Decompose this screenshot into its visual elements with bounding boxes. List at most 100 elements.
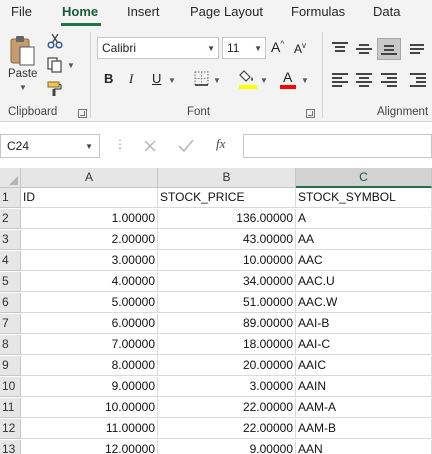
underline-button[interactable]: U: [152, 71, 161, 86]
column-header-c[interactable]: C: [296, 168, 432, 188]
fill-color-icon[interactable]: [239, 68, 257, 86]
column-header-a[interactable]: A: [21, 168, 158, 188]
cell-b3[interactable]: 43.00000: [158, 230, 296, 250]
cell-c12[interactable]: AAM-B: [296, 419, 432, 439]
cell-b2[interactable]: 136.00000: [158, 209, 296, 229]
cell-a10[interactable]: 9.00000: [21, 377, 158, 397]
copy-dropdown-caret[interactable]: ▼: [67, 61, 75, 70]
cell-b7[interactable]: 89.00000: [158, 314, 296, 334]
tab-insert[interactable]: Insert: [127, 4, 160, 19]
cell-c7[interactable]: AAI-B: [296, 314, 432, 334]
cell-c1[interactable]: STOCK_SYMBOL: [296, 188, 432, 208]
cancel-icon[interactable]: [144, 140, 156, 152]
font-color-swatch: [280, 85, 296, 89]
enter-icon[interactable]: [178, 139, 194, 153]
row-header[interactable]: 3: [0, 230, 21, 250]
row-header[interactable]: 9: [0, 356, 21, 376]
cell-b1[interactable]: STOCK_PRICE: [158, 188, 296, 208]
cell-a7[interactable]: 6.00000: [21, 314, 158, 334]
cell-b9[interactable]: 20.00000: [158, 356, 296, 376]
cell-b8[interactable]: 18.00000: [158, 335, 296, 355]
tab-page-layout[interactable]: Page Layout: [190, 4, 263, 19]
cell-a12[interactable]: 11.00000: [21, 419, 158, 439]
tab-formulas[interactable]: Formulas: [291, 4, 345, 19]
select-all-corner[interactable]: [0, 168, 21, 188]
cell-b4[interactable]: 10.00000: [158, 251, 296, 271]
borders-icon[interactable]: [193, 70, 211, 88]
row-header[interactable]: 13: [0, 440, 21, 454]
cell-c2[interactable]: A: [296, 209, 432, 229]
chevron-down-icon: ▼: [85, 142, 93, 151]
underline-dropdown-caret[interactable]: ▼: [168, 76, 176, 85]
row-header[interactable]: 6: [0, 293, 21, 313]
top-align-icon[interactable]: [332, 41, 348, 55]
font-color-dropdown-caret[interactable]: ▼: [301, 76, 309, 85]
fill-color-dropdown-caret[interactable]: ▼: [260, 76, 268, 85]
cell-c10[interactable]: AAIN: [296, 377, 432, 397]
font-color-button[interactable]: A: [283, 69, 292, 85]
row-header[interactable]: 12: [0, 419, 21, 439]
cell-c13[interactable]: AAN: [296, 440, 432, 454]
cell-c9[interactable]: AAIC: [296, 356, 432, 376]
cell-a2[interactable]: 1.00000: [21, 209, 158, 229]
middle-align-icon[interactable]: [356, 41, 372, 55]
tab-home[interactable]: Home: [62, 4, 98, 19]
cell-a5[interactable]: 4.00000: [21, 272, 158, 292]
row-header[interactable]: 8: [0, 335, 21, 355]
italic-button[interactable]: I: [129, 71, 133, 87]
font-size-dropdown[interactable]: 11 ▼: [222, 37, 266, 59]
cell-c11[interactable]: AAM-A: [296, 398, 432, 418]
cell-c5[interactable]: AAC.U: [296, 272, 432, 292]
indent-icon[interactable]: [410, 72, 426, 87]
formula-bar-grip-icon[interactable]: ⋮: [114, 137, 126, 151]
row-header[interactable]: 2: [0, 209, 21, 229]
row-header[interactable]: 10: [0, 377, 21, 397]
cell-a4[interactable]: 3.00000: [21, 251, 158, 271]
cell-c3[interactable]: AA: [296, 230, 432, 250]
bold-button[interactable]: B: [104, 71, 113, 86]
cell-c4[interactable]: AAC: [296, 251, 432, 271]
align-right-icon[interactable]: [381, 72, 397, 87]
format-painter-icon[interactable]: [46, 80, 64, 98]
borders-dropdown-caret[interactable]: ▼: [213, 76, 221, 85]
row-header[interactable]: 11: [0, 398, 21, 418]
cell-c8[interactable]: AAI-C: [296, 335, 432, 355]
formula-input[interactable]: [243, 134, 432, 158]
alignment-group-label: Alignment: [377, 106, 429, 118]
cell-b5[interactable]: 34.00000: [158, 272, 296, 292]
cell-a11[interactable]: 10.00000: [21, 398, 158, 418]
insert-function-button[interactable]: fx: [216, 136, 225, 152]
row-header[interactable]: 4: [0, 251, 21, 271]
clipboard-dialog-launcher-icon[interactable]: [78, 109, 87, 118]
decrease-font-size-button[interactable]: Av: [294, 41, 306, 56]
row-header[interactable]: 5: [0, 272, 21, 292]
cell-a13[interactable]: 12.00000: [21, 440, 158, 454]
font-dialog-launcher-icon[interactable]: [306, 109, 315, 118]
row-header[interactable]: 7: [0, 314, 21, 334]
cell-b13[interactable]: 9.00000: [158, 440, 296, 454]
wrap-orientation-icon[interactable]: [410, 41, 426, 55]
row-header[interactable]: 1: [0, 188, 21, 208]
font-name-dropdown[interactable]: Calibri ▼: [97, 37, 219, 59]
align-center-icon[interactable]: [356, 72, 372, 87]
copy-icon[interactable]: [46, 56, 64, 74]
column-header-b[interactable]: B: [158, 168, 296, 188]
cell-a6[interactable]: 5.00000: [21, 293, 158, 313]
cell-b10[interactable]: 3.00000: [158, 377, 296, 397]
cell-b11[interactable]: 22.00000: [158, 398, 296, 418]
cut-icon[interactable]: [46, 32, 64, 50]
cell-a3[interactable]: 2.00000: [21, 230, 158, 250]
cell-a1[interactable]: ID: [21, 188, 158, 208]
cell-c6[interactable]: AAC.W: [296, 293, 432, 313]
cell-b6[interactable]: 51.00000: [158, 293, 296, 313]
name-box[interactable]: C24 ▼: [0, 134, 100, 158]
cell-b12[interactable]: 22.00000: [158, 419, 296, 439]
align-left-icon[interactable]: [332, 72, 348, 87]
increase-font-size-button[interactable]: A^: [271, 39, 284, 55]
cell-a9[interactable]: 8.00000: [21, 356, 158, 376]
tab-data[interactable]: Data: [373, 4, 400, 19]
bottom-align-icon[interactable]: [381, 42, 397, 56]
paste-dropdown-caret[interactable]: ▼: [19, 83, 27, 92]
cell-a8[interactable]: 7.00000: [21, 335, 158, 355]
tab-file[interactable]: File: [11, 4, 32, 19]
